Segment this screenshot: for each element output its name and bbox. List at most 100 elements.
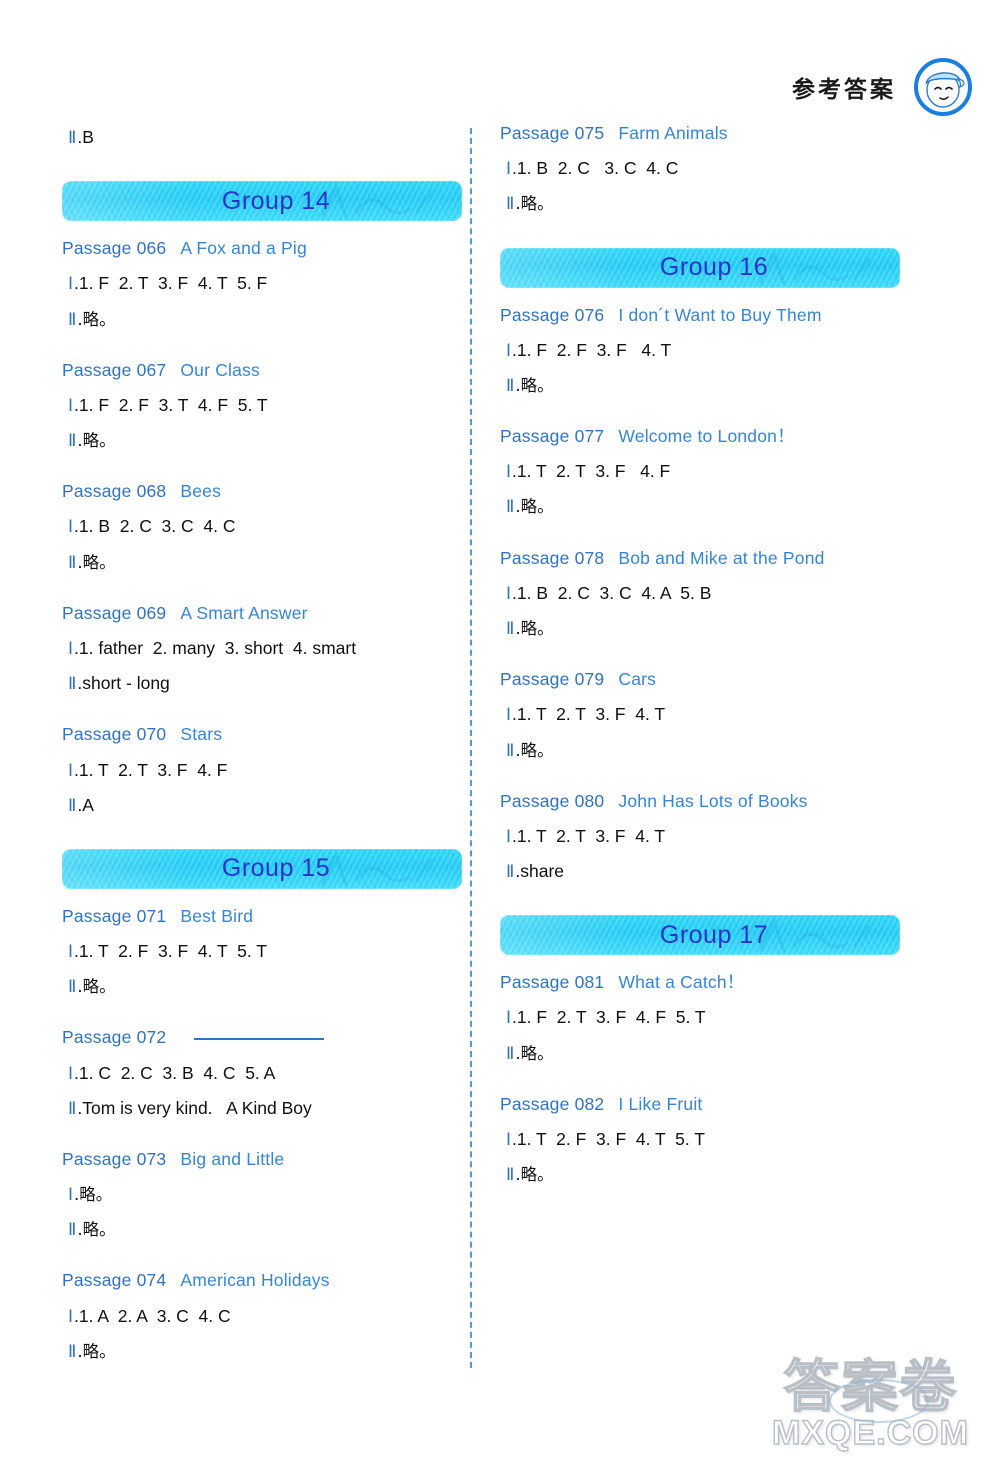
answer-text: .1. T 2. T 3. F 4. T [512, 704, 666, 725]
passage-number: Passage 080 [500, 790, 605, 811]
watermark-ring-icon [828, 1379, 929, 1423]
answer-line: Ⅱ.略。 [500, 489, 900, 524]
answer-line: Ⅰ.1. F 2. T 3. F 4. F 5. T [500, 1000, 900, 1035]
passage-number: Passage 079 [500, 669, 605, 690]
roman-numeral: Ⅰ [68, 274, 74, 295]
passage-heading: Passage 077 Welcome to London！ [500, 423, 900, 449]
passage-heading: Passage 074 American Holidays [62, 1267, 462, 1293]
passage-block: Passage 074 American Holidays Ⅰ.1. A 2. A … [62, 1267, 462, 1369]
answer-line: Ⅰ.1. F 2. F 3. F 4. T [500, 333, 900, 368]
answer-text: .1. T 2. T 3. F 4. F [512, 461, 671, 482]
answer-text: .1. father 2. many 3. short 4. smart [74, 637, 357, 658]
roman-numeral: Ⅰ [506, 159, 512, 180]
roman-numeral: Ⅱ [506, 618, 515, 639]
passage-block: Passage 079 Cars Ⅰ.1. T 2. T 3. F 4. T Ⅱ.略。 [500, 666, 900, 768]
boy-face-circle-icon [912, 56, 974, 118]
roman-numeral: Ⅰ [506, 1129, 512, 1150]
passage-block: Passage 077 Welcome to London！ Ⅰ.1. T 2. T… [500, 423, 900, 525]
answer-line: Ⅱ.略。 [500, 368, 900, 403]
passage-heading: Passage 072 [62, 1024, 462, 1050]
answer-line: Ⅱ.略。 [500, 733, 900, 768]
roman-numeral: Ⅰ [68, 395, 74, 416]
group-label: Group 14 [221, 186, 331, 215]
answer-text: .1. C 2. C 3. B 4. C 5. A [74, 1062, 276, 1083]
answer-line: Ⅰ.1. T 2. F 3. F 4. T 5. T [500, 1122, 900, 1157]
roman-numeral: Ⅰ [68, 760, 74, 781]
group-banner: Group 16 [500, 247, 900, 288]
answer-text: .1. A 2. A 3. C 4. C [74, 1305, 231, 1326]
roman-numeral: Ⅱ [506, 497, 515, 518]
passage-number: Passage 072 [62, 1027, 167, 1048]
group-label: Group 15 [221, 854, 331, 883]
passage-number: Passage 066 [62, 238, 167, 259]
passage-title: Welcome to London！ [618, 426, 795, 447]
answer-text: .略。 [74, 1185, 113, 1205]
roman-numeral: Ⅱ [506, 194, 515, 215]
answer-line: Ⅱ.略。 [62, 1212, 462, 1247]
passage-number: Passage 081 [500, 972, 605, 993]
answer-text: .1. F 2. F 3. T 4. F 5. T [74, 394, 268, 415]
group-label: Group 16 [659, 253, 769, 282]
roman-numeral: Ⅰ [506, 826, 512, 847]
roman-numeral: Ⅰ [68, 517, 74, 538]
answer-text: .1. T 2. F 3. F 4. T 5. T [512, 1128, 705, 1149]
passage-heading: Passage 071 Best Bird [62, 903, 462, 929]
passage-number: Passage 073 [62, 1148, 167, 1169]
answer-line: Ⅰ.1. father 2. many 3. short 4. smart [62, 631, 462, 666]
passage-block: Passage 078 Bob and Mike at the Pond Ⅰ.1. … [500, 545, 900, 647]
answer-text: .1. T 2. T 3. F 4. F [74, 759, 228, 780]
answer-line: Ⅰ.1. T 2. T 3. F 4. T [500, 697, 900, 732]
passage-title: A Fox and a Pig [180, 238, 307, 259]
passage-number: Passage 082 [500, 1093, 605, 1114]
roman-numeral: Ⅱ [506, 1165, 515, 1186]
passage-number: Passage 076 [500, 304, 605, 325]
passage-title: A Smart Answer [180, 602, 308, 623]
passage-block: Passage 081 What a Catch！ Ⅰ.1. F 2. T 3. F… [500, 969, 900, 1071]
answer-text: .A [77, 794, 94, 815]
answer-text: .略。 [77, 977, 116, 997]
answer-text: .略。 [515, 375, 554, 395]
passage-block: Passage 076 I don´t Want to Buy Them Ⅰ.1. … [500, 302, 900, 404]
answer-text: .share [515, 861, 565, 882]
passage-title: Farm Animals [618, 123, 728, 143]
answer-line: Ⅱ.略。 [62, 1334, 462, 1369]
passage-title: Cars [618, 669, 657, 690]
answer-text: .略。 [515, 618, 554, 638]
roman-numeral: Ⅱ [68, 128, 77, 148]
right-column: Passage 075 Farm Animals Ⅰ.1. B 2. C 3. C … [500, 120, 900, 1212]
passage-title: Stars [180, 724, 223, 745]
passage-heading: Passage 067 Our Class [62, 357, 462, 383]
passage-block: Passage 073 Big and Little Ⅰ.略。 Ⅱ.略。 [62, 1146, 462, 1248]
passage-heading: Passage 078 Bob and Mike at the Pond [500, 545, 900, 571]
roman-numeral: Ⅱ [506, 862, 515, 883]
answer-text: .略。 [77, 431, 116, 451]
answer-text: .1. T 2. F 3. F 4. T 5. T [74, 941, 267, 962]
answer-text: .1. F 2. F 3. F 4. T [512, 339, 672, 360]
passage-number: Passage 069 [62, 602, 167, 623]
passage-heading: Passage 066 A Fox and a Pig [62, 235, 462, 261]
answer-line: Ⅰ.1. C 2. C 3. B 4. C 5. A [62, 1056, 462, 1091]
roman-numeral: Ⅱ [68, 1098, 77, 1119]
roman-numeral: Ⅰ [506, 705, 512, 726]
roman-numeral: Ⅱ [68, 552, 77, 573]
roman-numeral: Ⅱ [68, 1341, 77, 1362]
answer-text: .略。 [77, 1220, 116, 1240]
passage-title: Bob and Mike at the Pond [618, 547, 825, 568]
roman-numeral: Ⅱ [506, 375, 515, 396]
answer-line: Ⅱ.略。 [62, 969, 462, 1004]
passage-heading: Passage 068 Bees [62, 478, 462, 504]
answer-line: Ⅰ.1. T 2. T 3. F 4. T [500, 819, 900, 854]
answer-line: Ⅰ.1. F 2. T 3. F 4. T 5. F [62, 266, 462, 301]
answer-line: Ⅰ.1. T 2. T 3. F 4. F [500, 454, 900, 489]
group-banner: Group 15 [62, 848, 462, 889]
answer-sheet-body: Ⅱ.B Group 14 Passage 066 A Fox and a Pig Ⅰ.1… [0, 120, 1000, 1370]
roman-numeral: Ⅰ [68, 1306, 74, 1327]
passage-title-blank [194, 1038, 325, 1041]
answer-line: Ⅱ.略。 [62, 423, 462, 458]
passage-number: Passage 067 [62, 359, 167, 380]
passage-heading: Passage 080 John Has Lots of Books [500, 788, 900, 814]
passage-block: Passage 080 John Has Lots of Books Ⅰ.1. T … [500, 788, 900, 890]
answer-text: .略。 [515, 497, 554, 517]
answer-line: Ⅰ.1. B 2. C 3. C 4. A 5. B [500, 576, 900, 611]
answer-text: .略。 [515, 194, 554, 214]
